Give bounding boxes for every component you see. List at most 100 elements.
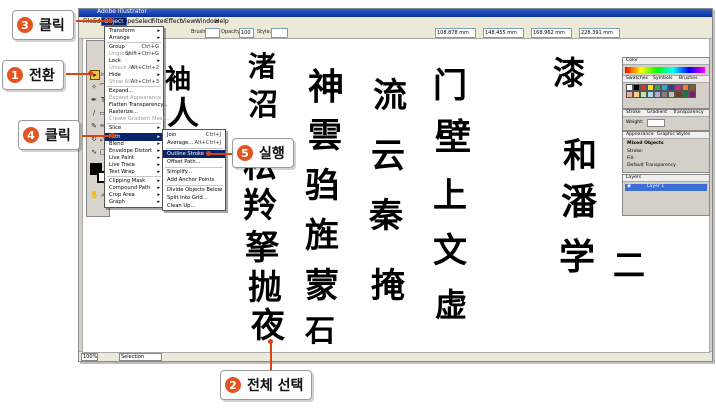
calligraphy-char: 夜	[251, 306, 285, 346]
stroke-panel: Stroke Gradient Transparency Weight:	[622, 109, 710, 131]
step-number: 3	[17, 17, 33, 33]
brush-picker[interactable]	[205, 28, 220, 38]
menu-help[interactable]: Help	[215, 18, 229, 25]
callout-step-5: 5 실행	[232, 138, 294, 168]
menu-type[interactable]: Type	[121, 18, 135, 25]
leader-line	[208, 153, 232, 155]
w-field[interactable]: 168.962 mm	[531, 28, 572, 38]
opacity-field[interactable]: 100	[239, 28, 254, 38]
object-menu: Transform ▸ Arrange ▸ Group Ctrl+G Ungroup S…	[104, 26, 171, 208]
style-label: Style:	[257, 29, 272, 35]
calligraphy-char: 壁	[435, 116, 472, 158]
leader-line	[66, 73, 90, 75]
mixed-objects-label: Mixed Objects	[627, 141, 664, 146]
h-field[interactable]: 228.391 mm	[579, 28, 620, 38]
menu-item-join[interactable]: Join Ctrl+J	[163, 131, 225, 139]
layers-panel: Layers ◉ Layer 1	[622, 174, 710, 216]
appearance-fill-label: Fill:	[627, 156, 635, 161]
calligraphy-char: 门	[433, 66, 467, 106]
x-field[interactable]: 108.878 mm	[435, 28, 476, 38]
calligraphy-char: 渚	[248, 50, 277, 83]
brush-tool-icon[interactable]: ✎	[90, 122, 98, 130]
callout-step-2: 2 전체 선택	[220, 370, 313, 400]
y-field[interactable]: 148.455 mm	[483, 28, 524, 38]
layers-tab[interactable]: Layers	[626, 175, 641, 180]
menu-effect[interactable]: Effect	[165, 18, 182, 25]
gradient-tab[interactable]: Gradient	[647, 110, 667, 115]
magic-wand-tool-icon[interactable]: ✧	[90, 83, 98, 91]
calligraphy-char: 潘	[561, 181, 598, 223]
menu-view[interactable]: View	[181, 18, 195, 25]
menu-item-gradient-mesh[interactable]: Create Gradient Mesh...	[105, 115, 171, 123]
symbols-tab[interactable]: Symbols	[653, 76, 673, 81]
callout-step-4: 4 클릭	[18, 120, 80, 150]
calligraphy-char: 上	[433, 176, 467, 216]
appearance-stroke-label: Stroke:	[627, 149, 644, 154]
step-label: 전환	[29, 68, 55, 84]
menu-item-average[interactable]: Average... Alt+Ctrl+J	[163, 139, 225, 147]
calligraphy-char: 文	[433, 231, 467, 271]
step-label: 전체 선택	[247, 378, 304, 394]
graphic-styles-tab[interactable]: Graphic Styles	[657, 132, 690, 137]
step-label: 클릭	[39, 18, 65, 34]
weight-field[interactable]	[647, 119, 665, 127]
eye-icon[interactable]: ◉	[627, 184, 631, 189]
calligraphy-char: 流	[373, 76, 407, 116]
menu-item-arrange[interactable]: Arrange ▸	[105, 34, 163, 42]
transparency-tab[interactable]: Transparency	[673, 110, 704, 115]
menu-item-graph[interactable]: Graph ▸	[105, 198, 163, 206]
menu-item-text-wrap[interactable]: Text Wrap ▸	[105, 168, 163, 176]
step-label: 클릭	[45, 128, 71, 144]
calligraphy-char: 神	[308, 66, 345, 108]
leader-line	[76, 20, 110, 22]
menu-item-add-anchor-points[interactable]: Add Anchor Points	[163, 176, 225, 184]
calligraphy-char: 二	[613, 246, 646, 284]
menu-item-simplify[interactable]: Simplify...	[163, 168, 225, 176]
calligraphy-char: 沼	[248, 88, 278, 123]
step-label: 실행	[259, 146, 285, 162]
calligraphy-char: 拏	[245, 228, 279, 268]
menu-item-show-all[interactable]: Show All Alt+Ctrl+3	[105, 78, 163, 86]
color-swatches-panel: Color Swatches Symbols Brushes	[622, 57, 710, 109]
calligraphy-char: 漆	[553, 54, 586, 92]
menu-item-slice[interactable]: Slice ▸	[105, 124, 163, 132]
leader-dot	[268, 339, 273, 344]
menu-item-split-into-grid[interactable]: Split Into Grid...	[163, 194, 225, 202]
app-title: Adobe Illustrator	[97, 8, 147, 15]
weight-label: Weight:	[626, 120, 644, 125]
swatches-tab[interactable]: Swatches	[626, 76, 648, 81]
style-picker[interactable]	[271, 28, 288, 38]
hand-tool-icon[interactable]: ✋	[90, 191, 99, 199]
calligraphy-char: 掩	[371, 266, 405, 306]
brushes-tab[interactable]: Brushes	[679, 76, 697, 81]
layer-row[interactable]: ◉ Layer 1	[625, 184, 707, 191]
color-spectrum[interactable]	[625, 67, 705, 73]
color-panel-title[interactable]: Color	[626, 58, 638, 63]
step-number: 1	[7, 67, 23, 83]
menu-item-offset-path[interactable]: Offset Path...	[163, 158, 225, 166]
calligraphy-char: 石	[305, 314, 335, 349]
leader-dot	[110, 133, 115, 138]
step-number: 5	[237, 145, 253, 161]
calligraphy-char: 羚	[243, 186, 277, 226]
line-tool-icon[interactable]: ∕	[90, 109, 98, 117]
zoom-field[interactable]: 100%	[81, 353, 98, 361]
calligraphy-char: 和	[563, 136, 597, 176]
appearance-tab[interactable]: Appearance	[626, 132, 654, 137]
default-transparency-label: Default Transparency	[627, 163, 676, 168]
calligraphy-char: 旌	[305, 216, 339, 256]
leader-dot	[206, 151, 211, 156]
status-tool[interactable]: Selection	[119, 353, 162, 361]
stroke-tab[interactable]: Stroke	[626, 110, 641, 115]
menu-item-divide-objects-below[interactable]: Divide Objects Below	[163, 186, 225, 194]
leader-line	[270, 342, 272, 370]
path-submenu: Join Ctrl+J Average... Alt+Ctrl+J Outline …	[162, 129, 226, 211]
step-number: 4	[23, 127, 39, 143]
calligraphy-char: 秦	[369, 196, 403, 236]
calligraphy-char: 蒙	[305, 266, 339, 306]
menu-item-clean-up[interactable]: Clean Up...	[163, 202, 225, 210]
pen-tool-icon[interactable]: ✒	[90, 96, 98, 104]
callout-step-1: 1 전환	[2, 60, 64, 90]
menu-filter[interactable]: Filter	[151, 18, 166, 25]
warp-tool-icon[interactable]: ∿	[90, 148, 98, 156]
